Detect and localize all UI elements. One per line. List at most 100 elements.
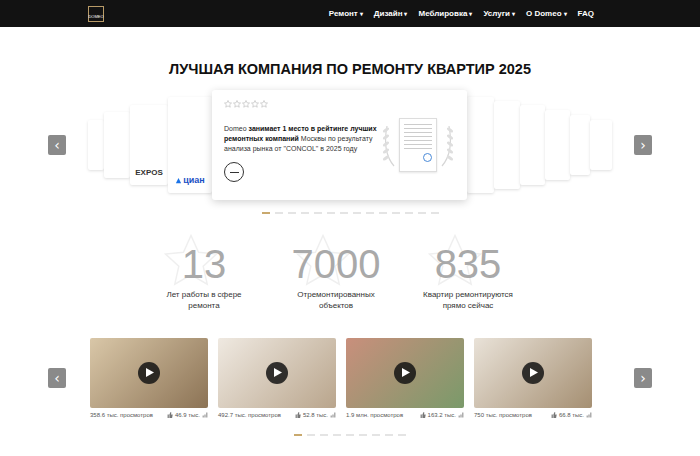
star-icon <box>233 100 241 108</box>
thumbs-up-icon <box>551 412 557 418</box>
pagination-dot[interactable] <box>392 212 400 214</box>
stat-value: 7000 <box>292 244 381 284</box>
stat-item: 835 Квартир ремонтируются прямо сейчас <box>402 244 534 312</box>
awards-track: EXPOSциан Domeo занимает 1 место в рейти… <box>88 88 612 202</box>
signal-icon <box>330 412 336 418</box>
video-track: 358.6 тыс. просмотров 46.9 тыс. 492.7 ты… <box>88 338 612 418</box>
caret-icon: ▾ <box>512 11 515 17</box>
pagination-dot[interactable] <box>275 212 283 214</box>
nav-item[interactable]: FAQ <box>578 9 594 18</box>
caret-icon: ▾ <box>469 11 472 17</box>
award-card[interactable]: EXPOS <box>130 105 168 185</box>
award-info: Domeo занимает 1 место в рейтинге лучших… <box>224 100 381 190</box>
pagination-dot[interactable] <box>366 212 374 214</box>
video-meta: 358.6 тыс. просмотров 46.9 тыс. <box>90 412 208 418</box>
cian-icon <box>175 177 182 184</box>
video-card[interactable]: 358.6 тыс. просмотров 46.9 тыс. <box>90 338 208 418</box>
prev-button[interactable]: ‹ <box>48 368 66 388</box>
caret-icon: ▾ <box>360 11 363 17</box>
pagination-dot[interactable] <box>294 434 302 436</box>
caret-icon: ▾ <box>564 11 567 17</box>
certificate-document-icon <box>399 118 437 172</box>
nav-item[interactable]: Услуги▾ <box>483 9 515 18</box>
pagination-dot[interactable] <box>320 434 328 436</box>
view-count: 492.7 тыс. просмотров <box>218 412 281 418</box>
stat-value: 13 <box>182 244 227 284</box>
award-card-main[interactable]: Domeo занимает 1 место в рейтинге лучших… <box>212 90 467 200</box>
like-count: 66.8 тыс. <box>551 412 592 418</box>
award-card[interactable] <box>88 120 104 170</box>
pagination-dot[interactable] <box>333 434 341 436</box>
rating-stars <box>224 100 381 108</box>
certificate <box>381 100 455 190</box>
pagination-dot[interactable] <box>418 212 426 214</box>
pagination-dot[interactable] <box>353 212 361 214</box>
nav-item[interactable]: О Domeo▾ <box>526 9 567 18</box>
pagination-dot[interactable] <box>340 212 348 214</box>
pagination-dot[interactable] <box>307 434 315 436</box>
pagination-dot[interactable] <box>314 212 322 214</box>
main-nav: Ремонт▾ Дизайн▾ Меблировка▾ Услуги▾ О Domeo▾… <box>329 9 594 18</box>
pagination-dot[interactable] <box>327 212 335 214</box>
play-icon[interactable] <box>138 362 160 384</box>
award-card[interactable]: циан <box>168 97 212 193</box>
page: DOMEO Ремонт▾ Дизайн▾ Меблировка▾ Услуги▾ О … <box>0 0 700 456</box>
pagination-dot[interactable] <box>379 212 387 214</box>
nav-item[interactable]: Дизайн▾ <box>374 9 408 18</box>
award-card[interactable] <box>104 112 130 178</box>
top-bar: DOMEO Ремонт▾ Дизайн▾ Меблировка▾ Услуги▾ О … <box>0 0 700 27</box>
award-card[interactable] <box>467 97 494 193</box>
laurel-icon <box>439 122 455 168</box>
view-count: 750 тыс. просмотров <box>474 412 532 418</box>
pagination-dot[interactable] <box>359 434 367 436</box>
video-thumbnail[interactable] <box>474 338 592 408</box>
prev-button[interactable]: ‹ <box>48 135 66 155</box>
nav-item[interactable]: Ремонт▾ <box>329 9 363 18</box>
thumbs-up-icon <box>420 412 426 418</box>
star-icon <box>224 100 232 108</box>
award-card[interactable] <box>590 120 612 170</box>
play-icon[interactable] <box>394 362 416 384</box>
company-logo-icon <box>224 162 244 182</box>
award-card[interactable] <box>520 105 545 185</box>
pagination-dot[interactable] <box>372 434 380 436</box>
pagination-dot[interactable] <box>288 212 296 214</box>
video-card[interactable]: 750 тыс. просмотров 66.8 тыс. <box>474 338 592 418</box>
logo[interactable]: DOMEO <box>88 6 104 22</box>
pagination-dot[interactable] <box>405 212 413 214</box>
pagination-dot[interactable] <box>398 434 406 436</box>
pagination-dot[interactable] <box>346 434 354 436</box>
stat-item: 13 Лет работы в сфере ремонта <box>138 244 270 312</box>
signal-icon <box>586 412 592 418</box>
laurel-icon <box>381 122 397 168</box>
video-card[interactable]: 1.9 млн. просмотров 163.2 тыс. <box>346 338 464 418</box>
video-meta: 750 тыс. просмотров 66.8 тыс. <box>474 412 592 418</box>
signal-icon <box>202 412 208 418</box>
play-icon[interactable] <box>266 362 288 384</box>
pagination-dot[interactable] <box>301 212 309 214</box>
like-count: 46.9 тыс. <box>167 412 208 418</box>
star-icon <box>251 100 259 108</box>
pagination-dot[interactable] <box>431 212 439 214</box>
video-thumbnail[interactable] <box>346 338 464 408</box>
pagination-dot[interactable] <box>262 212 270 214</box>
award-text: Domeo занимает 1 место в рейтинге лучших… <box>224 124 381 154</box>
stat-label: Квартир ремонтируются прямо сейчас <box>422 290 514 312</box>
thumbs-up-icon <box>167 412 173 418</box>
video-card[interactable]: 492.7 тыс. просмотров 52.8 тыс. <box>218 338 336 418</box>
awards-carousel: ‹ EXPOSциан Domeo занимает 1 место в рей… <box>0 88 700 202</box>
video-pagination <box>0 434 700 436</box>
video-thumbnail[interactable] <box>218 338 336 408</box>
caret-icon: ▾ <box>404 11 407 17</box>
view-count: 358.6 тыс. просмотров <box>90 412 153 418</box>
pagination-dot[interactable] <box>385 434 393 436</box>
award-card[interactable] <box>545 110 570 180</box>
award-card[interactable] <box>570 115 590 175</box>
next-button[interactable]: › <box>634 368 652 388</box>
stat-label: Лет работы в сфере ремонта <box>158 290 250 312</box>
next-button[interactable]: › <box>634 135 652 155</box>
play-icon[interactable] <box>522 362 544 384</box>
video-thumbnail[interactable] <box>90 338 208 408</box>
nav-item[interactable]: Меблировка▾ <box>418 9 472 18</box>
award-card[interactable] <box>494 101 520 189</box>
